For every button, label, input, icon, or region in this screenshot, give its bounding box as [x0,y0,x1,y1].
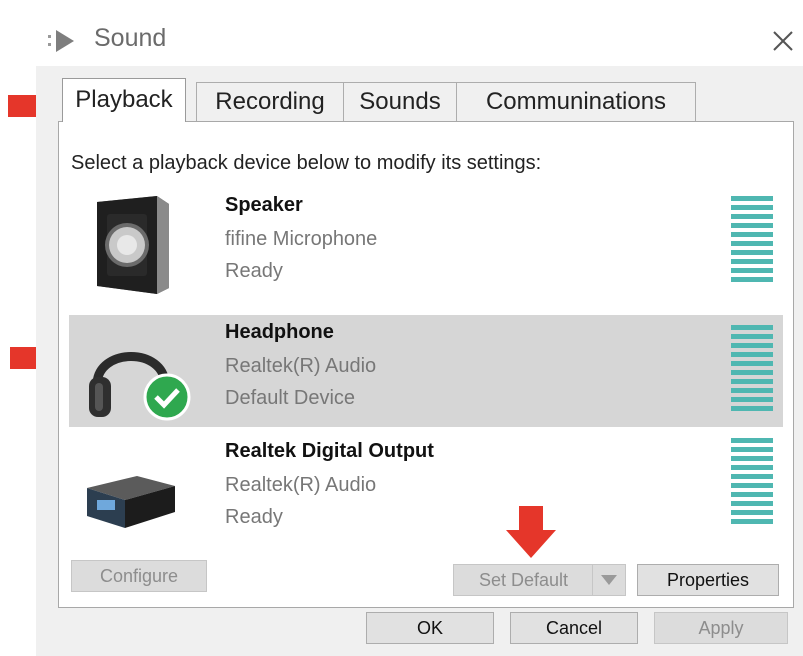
chevron-down-icon [601,575,617,585]
device-name: Headphone [225,321,334,343]
tab-sounds[interactable]: Sounds [343,82,457,121]
device-description: Realtek(R) Audio [225,474,377,496]
device-digital-output[interactable]: Realtek Digital Output Realtek(R) Audio … [69,434,783,546]
digital-output-icon [87,476,175,528]
device-description: Realtek(R) Audio [225,355,377,377]
playback-panel: Select a playback device below to modify… [58,121,794,608]
device-name: Realtek Digital Output [225,440,434,462]
device-name: Speaker [225,194,303,216]
set-default-dropdown[interactable] [592,564,626,596]
device-speaker[interactable]: Speaker fifine Microphone Ready [69,188,783,300]
device-description: fifine Microphone [225,228,378,250]
device-headphone[interactable]: Headphone Realtek(R) Audio Default Devic… [69,315,783,427]
level-meter [731,325,773,415]
level-meter [731,438,773,528]
tab-recording[interactable]: Recording [196,82,344,121]
close-icon[interactable] [766,22,800,58]
instructions-text: Select a playback device below to modify… [71,152,542,174]
configure-button[interactable]: Configure [71,560,207,592]
speaker-icon [97,196,169,294]
device-status: Ready [225,506,283,528]
cancel-button[interactable]: Cancel [510,612,638,644]
sound-dialog: Sound Playback Recording Sounds Communin… [36,14,803,656]
device-status: Default Device [225,387,356,409]
tab-playback[interactable]: Playback [62,78,186,122]
title-bar: Sound [36,14,803,66]
sound-app-icon [48,30,74,52]
window-title: Sound [94,24,167,52]
device-status: Ready [225,260,283,282]
apply-button[interactable]: Apply [654,612,788,644]
ok-button[interactable]: OK [366,612,494,644]
default-check-icon [143,373,191,421]
tab-communications[interactable]: Communinations [456,82,696,121]
level-meter [731,196,773,286]
properties-button[interactable]: Properties [637,564,779,596]
annotation-arrow-set-default [506,506,556,558]
set-default-button[interactable]: Set Default [453,564,593,596]
